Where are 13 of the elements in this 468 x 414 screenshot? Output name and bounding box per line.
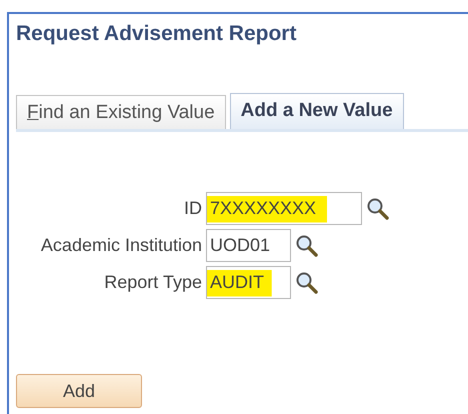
field-label: Report Type [103, 271, 203, 294]
input-field[interactable]: AUDIT [206, 266, 291, 299]
search-icon[interactable] [295, 270, 319, 294]
add-button[interactable]: Add [16, 374, 142, 408]
page-title: Request Advisement Report [16, 21, 298, 47]
search-icon[interactable] [366, 196, 390, 220]
search-icon[interactable] [295, 234, 319, 258]
tab[interactable]: Add a New Value [230, 93, 404, 129]
input-field[interactable]: 7XXXXXXXX [206, 192, 362, 225]
field-label: Academic Institution [40, 234, 203, 257]
input-field[interactable]: UOD01 [206, 229, 291, 262]
field-label: ID [183, 197, 203, 220]
tab[interactable]: Find an Existing Value [16, 95, 226, 129]
